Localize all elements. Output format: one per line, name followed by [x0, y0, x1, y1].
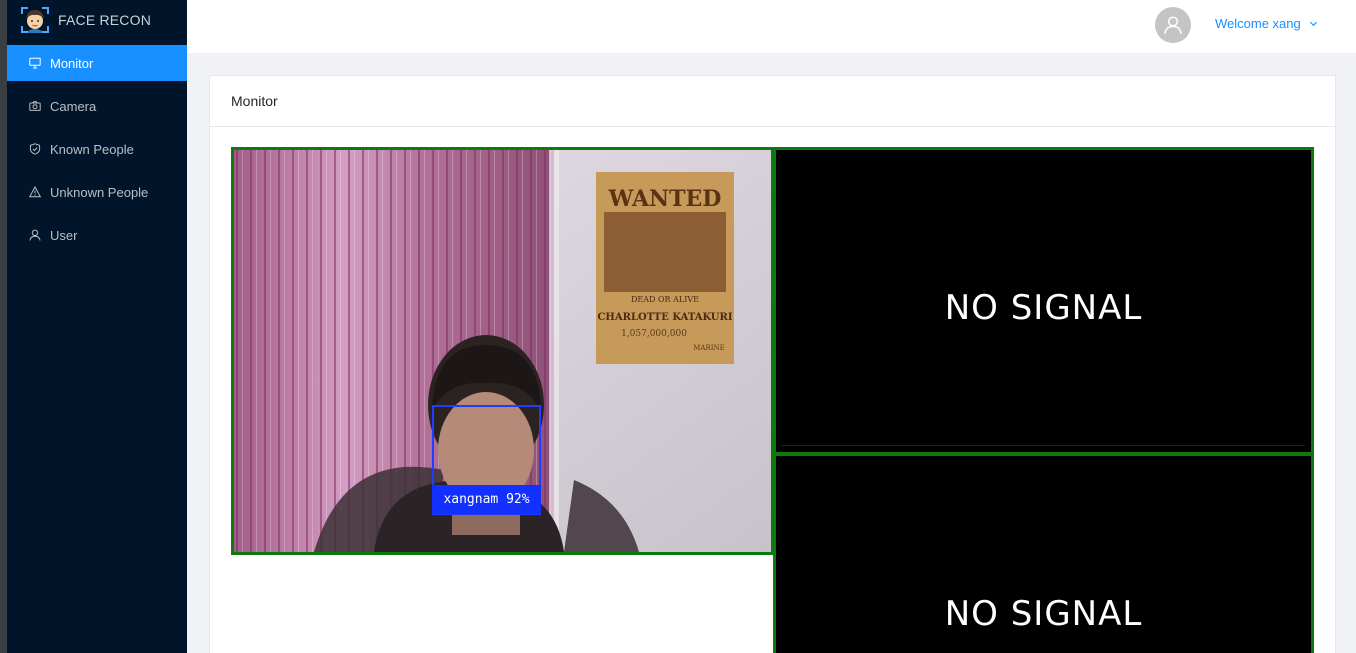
sidebar-item-known-people[interactable]: Known People [7, 131, 187, 167]
poster-wanted-text: WANTED [608, 186, 722, 212]
warning-icon [29, 186, 41, 198]
avatar[interactable] [1155, 7, 1191, 43]
poster-bounty-text: 1,057,000,000 [621, 329, 687, 339]
sidebar-menu: Monitor Camera Known People Unknown Peop… [7, 45, 187, 253]
sidebar: FACE RECON Monitor Camera Known People U… [7, 0, 187, 653]
user-avatar-icon [1164, 16, 1182, 35]
camera-feed-no-signal[interactable]: NO SIGNAL [773, 453, 1314, 653]
shield-check-icon [29, 143, 41, 155]
sidebar-item-label: Monitor [50, 55, 94, 71]
app-title: FACE RECON [58, 12, 152, 28]
top-header: Welcome xang [187, 0, 1356, 53]
sidebar-item-label: Known People [50, 141, 134, 157]
sidebar-item-monitor[interactable]: Monitor [7, 45, 187, 81]
chevron-down-icon [1309, 21, 1317, 27]
sidebar-item-label: Unknown People [50, 184, 149, 200]
camera-feed-no-signal[interactable]: NO SIGNAL [773, 147, 1314, 455]
user-menu-dropdown[interactable]: Welcome xang [1215, 16, 1318, 31]
face-detection-label: xangnam 92% [432, 485, 541, 514]
camera-icon [29, 100, 41, 112]
poster-marine-text: MARINE [693, 344, 725, 352]
sidebar-item-camera[interactable]: Camera [7, 88, 187, 124]
sidebar-item-unknown-people[interactable]: Unknown People [7, 174, 187, 210]
user-icon [29, 229, 41, 241]
sidebar-item-label: Camera [50, 98, 97, 114]
welcome-text: Welcome xang [1215, 16, 1301, 31]
face-logo-icon [21, 7, 49, 33]
app-logo[interactable]: FACE RECON [7, 0, 187, 40]
poster-dead-or-alive-text: DEAD OR ALIVE [631, 295, 699, 304]
background-window-edge [0, 0, 7, 653]
no-signal-text: NO SIGNAL [944, 288, 1143, 328]
camera-feed-live[interactable]: WANTED DEAD OR ALIVE CHARLOTTE KATAKURI … [231, 147, 774, 555]
sidebar-item-user[interactable]: User [7, 217, 187, 253]
sidebar-item-label: User [50, 227, 78, 243]
no-signal-text: NO SIGNAL [944, 594, 1143, 634]
poster-name-text: CHARLOTTE KATAKURI [597, 312, 732, 323]
card-title: Monitor [210, 76, 1335, 127]
monitor-icon [29, 57, 41, 69]
